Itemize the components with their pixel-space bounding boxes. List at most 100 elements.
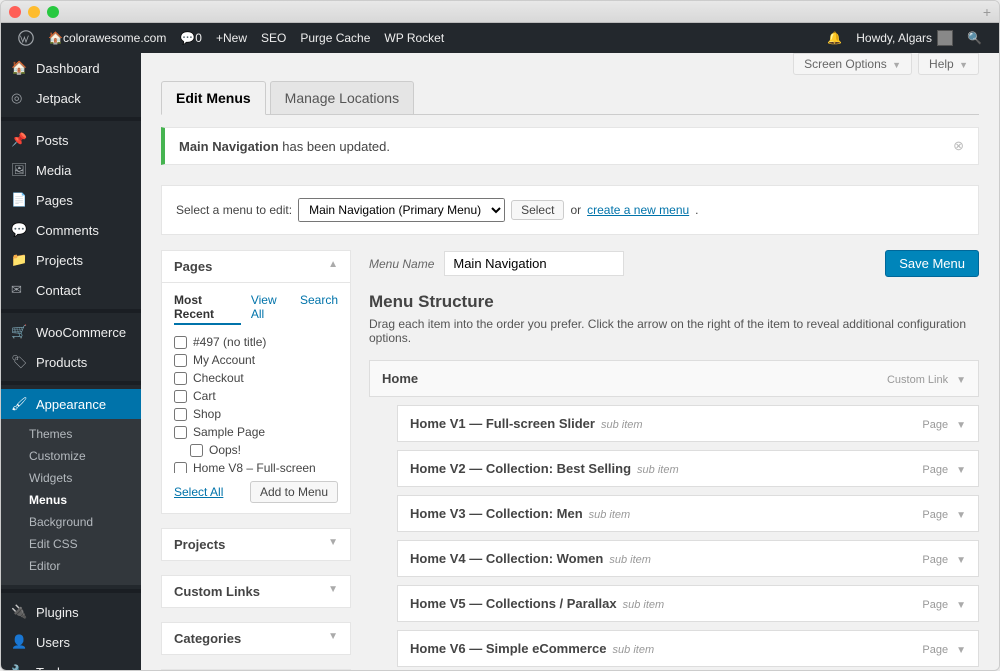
site-link[interactable]: 🏠 colorawesome.com bbox=[41, 31, 173, 45]
new-tab-icon[interactable]: + bbox=[983, 4, 991, 20]
metabox-categories[interactable]: Categories▼ bbox=[162, 623, 350, 654]
subnav-themes[interactable]: Themes bbox=[1, 423, 141, 445]
update-notice: Main Navigation has been updated. ⊗ bbox=[161, 127, 979, 165]
subnav-menus[interactable]: Menus bbox=[1, 489, 141, 511]
chevron-down-icon[interactable]: ▼ bbox=[956, 555, 966, 566]
page-checkbox[interactable] bbox=[174, 354, 187, 367]
chevron-down-icon[interactable]: ▼ bbox=[956, 420, 966, 431]
menu-icon: 👤 bbox=[11, 634, 29, 650]
page-checklist: #497 (no title)My AccountCheckoutCartSho… bbox=[174, 333, 338, 473]
page-checkbox[interactable] bbox=[174, 408, 187, 421]
add-to-menu-button[interactable]: Add to Menu bbox=[250, 481, 338, 503]
notification-icon[interactable]: 🔔 bbox=[820, 31, 849, 45]
subnav-editor[interactable]: Editor bbox=[1, 555, 141, 577]
page-checkbox[interactable] bbox=[174, 390, 187, 403]
nav-pages[interactable]: 📄Pages bbox=[1, 185, 141, 215]
purge-cache[interactable]: Purge Cache bbox=[293, 31, 377, 45]
new-content[interactable]: + New bbox=[209, 31, 254, 45]
subnav-widgets[interactable]: Widgets bbox=[1, 467, 141, 489]
metabox-projects[interactable]: Projects▼ bbox=[162, 529, 350, 560]
seo-link[interactable]: SEO bbox=[254, 31, 293, 45]
page-checkbox[interactable] bbox=[174, 372, 187, 385]
menu-name-input[interactable] bbox=[444, 251, 624, 276]
menu-item-handle[interactable]: Home V5 — Collections / Parallaxsub item… bbox=[397, 585, 979, 622]
menu-item-handle[interactable]: Home V6 — Simple eCommercesub itemPage▼ bbox=[397, 630, 979, 667]
sub-item-indicator: sub item bbox=[601, 419, 643, 431]
nav-jetpack[interactable]: ◎Jetpack bbox=[1, 83, 141, 113]
menu-item-title: Home V2 — Collection: Best Selling bbox=[410, 461, 631, 476]
chevron-down-icon[interactable]: ▼ bbox=[956, 600, 966, 611]
minimize-dot[interactable] bbox=[28, 6, 40, 18]
sub-item-indicator: sub item bbox=[589, 509, 631, 521]
nav-appearance[interactable]: 🖌Appearance bbox=[1, 389, 141, 419]
menu-icon: 🖌 bbox=[11, 396, 29, 412]
wp-logo-icon[interactable] bbox=[11, 30, 41, 46]
chevron-down-icon[interactable]: ▼ bbox=[956, 645, 966, 656]
chevron-down-icon[interactable]: ▼ bbox=[956, 465, 966, 476]
or-text: or bbox=[570, 203, 581, 217]
nav-projects[interactable]: 📁Projects bbox=[1, 245, 141, 275]
search-icon[interactable]: 🔍 bbox=[960, 31, 989, 45]
menu-icon: 🛒 bbox=[11, 324, 29, 340]
nav-tools[interactable]: 🔧Tools bbox=[1, 657, 141, 670]
howdy[interactable]: Howdy, Algars bbox=[849, 30, 960, 46]
menu-item-handle[interactable]: HomeCustom Link▼ bbox=[369, 360, 979, 397]
comments-count[interactable]: 💬 0 bbox=[173, 31, 209, 45]
menu-item-handle[interactable]: Home V1 — Full-screen Slidersub itemPage… bbox=[397, 405, 979, 442]
tab-most-recent[interactable]: Most Recent bbox=[174, 293, 241, 325]
nav-woocommerce[interactable]: 🛒WooCommerce bbox=[1, 317, 141, 347]
chevron-up-icon: ▲ bbox=[328, 259, 338, 270]
nav-comments[interactable]: 💬Comments bbox=[1, 215, 141, 245]
page-checkbox[interactable] bbox=[190, 444, 203, 457]
screen-options-button[interactable]: Screen Options ▼ bbox=[793, 53, 912, 75]
mac-titlebar: + bbox=[1, 1, 999, 23]
zoom-dot[interactable] bbox=[47, 6, 59, 18]
menu-item-type: Custom Link bbox=[887, 374, 948, 386]
tab-edit-menus[interactable]: Edit Menus bbox=[161, 81, 266, 115]
avatar bbox=[937, 30, 953, 46]
select-button[interactable]: Select bbox=[511, 200, 564, 220]
tab-view-all[interactable]: View All bbox=[251, 293, 290, 325]
page-checkbox[interactable] bbox=[174, 426, 187, 439]
chevron-down-icon: ▼ bbox=[328, 584, 338, 595]
wp-rocket[interactable]: WP Rocket bbox=[377, 31, 451, 45]
nav-media[interactable]: 🖼Media bbox=[1, 155, 141, 185]
nav-users[interactable]: 👤Users bbox=[1, 627, 141, 657]
sub-item-indicator: sub item bbox=[613, 644, 655, 656]
select-all-link[interactable]: Select All bbox=[174, 485, 223, 499]
metabox-custom-links[interactable]: Custom Links▼ bbox=[162, 576, 350, 607]
sub-item-indicator: sub item bbox=[623, 599, 665, 611]
tab-manage-locations[interactable]: Manage Locations bbox=[270, 81, 414, 115]
chevron-down-icon[interactable]: ▼ bbox=[956, 510, 966, 521]
menu-icon: 🏷 bbox=[11, 354, 29, 370]
page-item-label: Home V8 – Full-screen Video bbox=[193, 461, 338, 473]
page-item-label: Shop bbox=[193, 407, 221, 421]
menu-item-handle[interactable]: Home V4 — Collection: Womensub itemPage▼ bbox=[397, 540, 979, 577]
save-menu-button[interactable]: Save Menu bbox=[885, 250, 979, 277]
menu-item-handle[interactable]: Home V3 — Collection: Mensub itemPage▼ bbox=[397, 495, 979, 532]
dismiss-notice-icon[interactable]: ⊗ bbox=[953, 138, 964, 154]
create-menu-link[interactable]: create a new menu bbox=[587, 203, 689, 217]
nav-dashboard[interactable]: 🏠Dashboard bbox=[1, 53, 141, 83]
subnav-background[interactable]: Background bbox=[1, 511, 141, 533]
nav-plugins[interactable]: 🔌Plugins bbox=[1, 597, 141, 627]
page-checkbox[interactable] bbox=[174, 462, 187, 473]
nav-posts[interactable]: 📌Posts bbox=[1, 125, 141, 155]
chevron-down-icon[interactable]: ▼ bbox=[956, 375, 966, 386]
subnav-customize[interactable]: Customize bbox=[1, 445, 141, 467]
menu-icon: 🏠 bbox=[11, 60, 29, 76]
admin-sidebar: 🏠Dashboard◎Jetpack 📌Posts🖼Media📄Pages💬Com… bbox=[1, 53, 141, 670]
page-checkbox[interactable] bbox=[174, 336, 187, 349]
close-dot[interactable] bbox=[9, 6, 21, 18]
subnav-edit-css[interactable]: Edit CSS bbox=[1, 533, 141, 555]
tab-search[interactable]: Search bbox=[300, 293, 338, 325]
menu-select[interactable]: Main Navigation (Primary Menu) bbox=[298, 198, 505, 222]
menu-item-type: Page bbox=[922, 554, 948, 566]
menu-item-handle[interactable]: Home V2 — Collection: Best Sellingsub it… bbox=[397, 450, 979, 487]
nav-tabs: Edit Menus Manage Locations bbox=[161, 81, 979, 115]
nav-products[interactable]: 🏷Products bbox=[1, 347, 141, 377]
nav-contact[interactable]: ✉Contact bbox=[1, 275, 141, 305]
menu-items-list: HomeCustom Link▼Home V1 — Full-screen Sl… bbox=[369, 360, 979, 670]
pages-heading[interactable]: Pages▲ bbox=[162, 251, 350, 282]
help-button[interactable]: Help ▼ bbox=[918, 53, 979, 75]
